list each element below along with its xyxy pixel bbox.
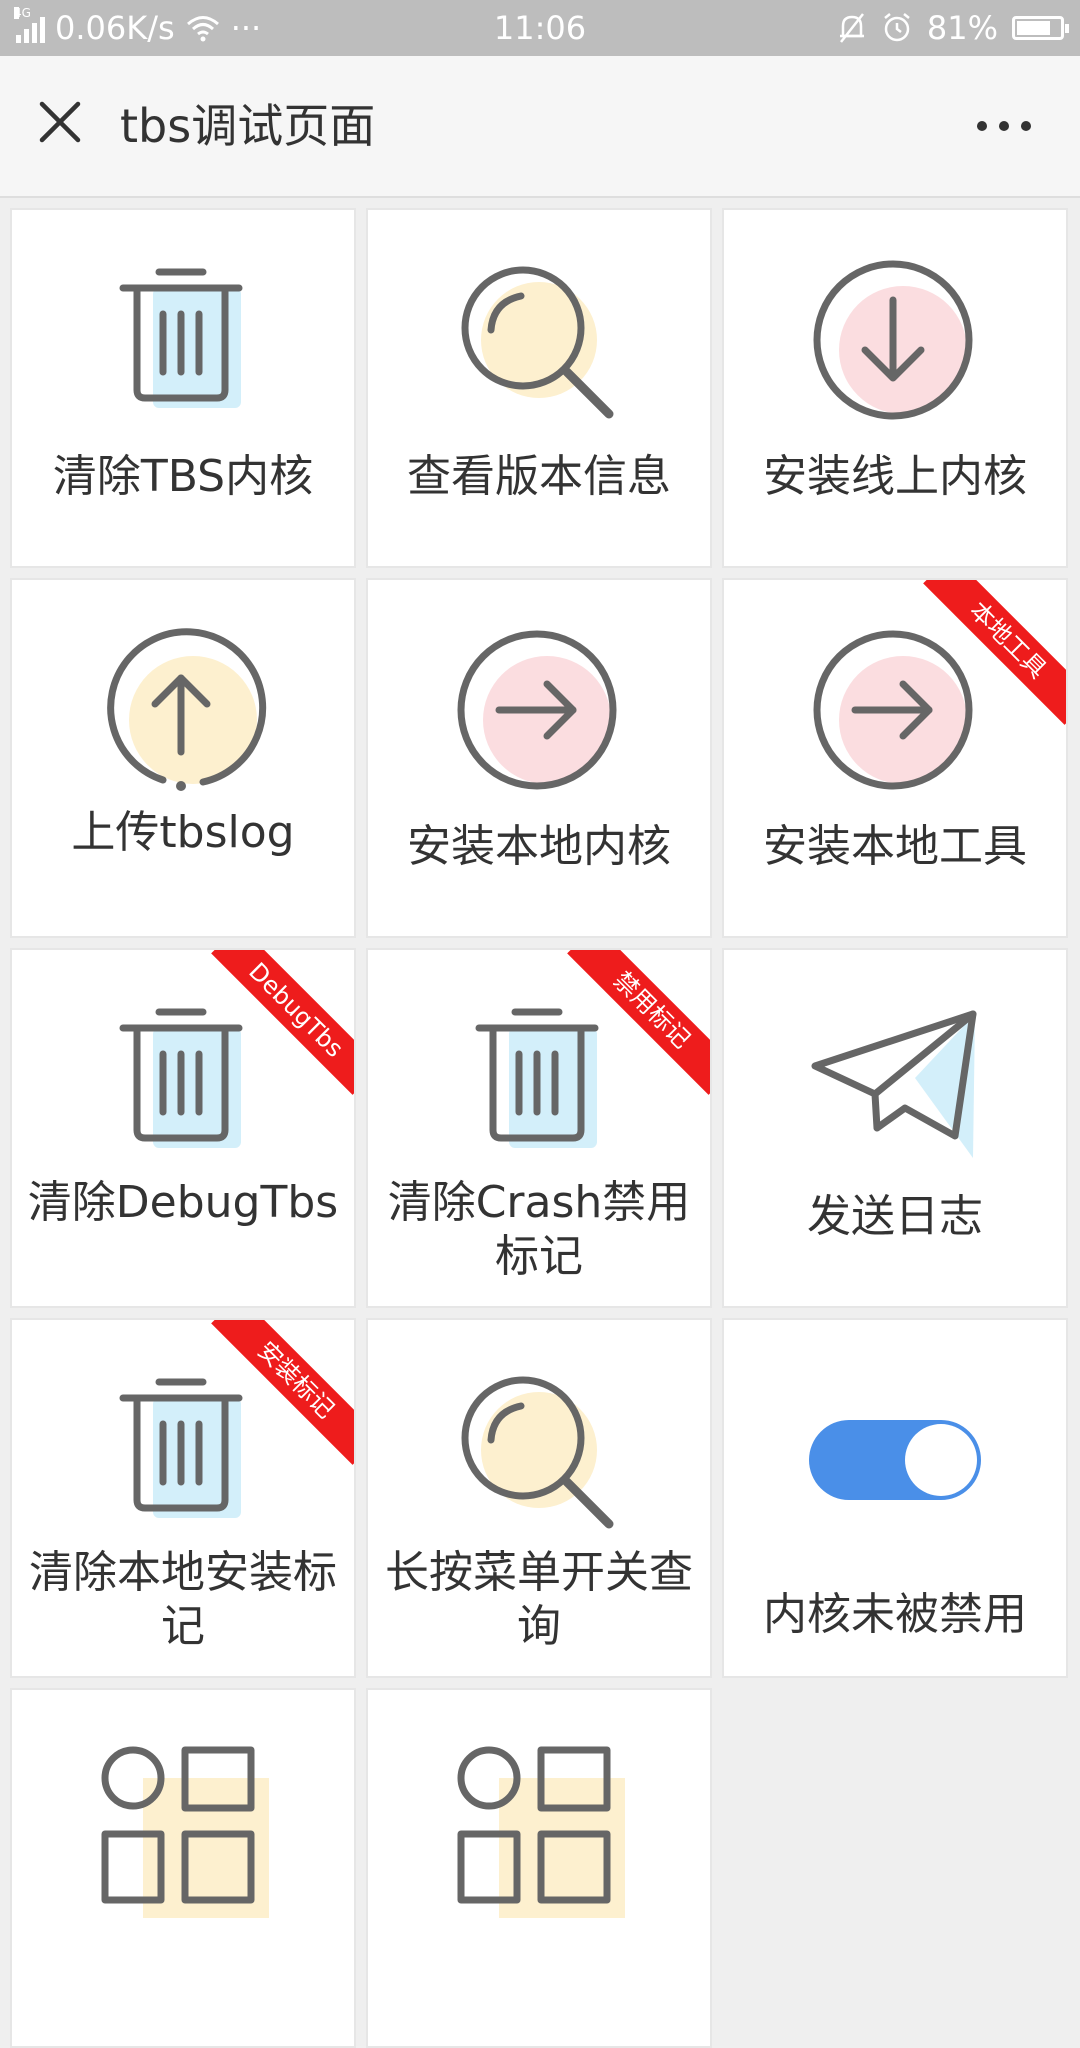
tool-tile[interactable]: 查看版本信息: [366, 208, 712, 568]
tool-label: 清除本地安装标记: [29, 1547, 337, 1652]
grid-apps-icon: [93, 1738, 273, 1918]
tool-label: 安装线上内核: [763, 451, 1027, 502]
tool-label: 上传tbslog: [71, 807, 295, 858]
page-title: tbs调试页面: [120, 99, 376, 153]
status-bar: 4G 0.06K/s ··· 11:06 81%: [0, 0, 1080, 56]
trash-icon: [449, 998, 629, 1178]
toggle-switch-icon: [805, 1368, 985, 1548]
tool-label: 清除DebugTbs: [27, 1177, 339, 1228]
arrow-right-circle-icon: [805, 628, 985, 808]
title-bar: tbs调试页面: [0, 56, 1080, 198]
close-icon: [39, 101, 81, 143]
tool-tile[interactable]: 清除DebugTbs DebugTbs: [10, 948, 356, 1308]
paper-plane-icon: [805, 998, 985, 1178]
tool-tile[interactable]: 清除本地安装标记 安装标记: [10, 1318, 356, 1678]
tool-tile[interactable]: 安装线上内核: [722, 208, 1068, 568]
tool-tile[interactable]: 内核未被禁用: [722, 1318, 1068, 1678]
download-circle-icon: [805, 258, 985, 438]
tool-tile[interactable]: 长按菜单开关查询: [366, 1318, 712, 1678]
tool-label: 安装本地工具: [763, 821, 1027, 872]
mute-bell-icon: [839, 13, 864, 43]
magnifier-icon: [449, 1368, 629, 1548]
tool-tile[interactable]: 清除TBS内核: [10, 208, 356, 568]
tool-label: 内核未被禁用: [763, 1589, 1027, 1640]
tool-label: 清除Crash禁用标记: [387, 1177, 691, 1282]
tool-tile[interactable]: [366, 1688, 712, 2048]
tool-tile[interactable]: [10, 1688, 356, 2048]
more-dots-icon: [977, 121, 1031, 131]
trash-icon: [93, 258, 273, 438]
tool-tile[interactable]: 安装本地内核: [366, 578, 712, 938]
trash-icon: [93, 998, 273, 1178]
battery-percent: 81%: [926, 9, 998, 47]
tool-tile[interactable]: 上传tbslog: [10, 578, 356, 938]
tool-label: 清除TBS内核: [52, 451, 314, 502]
tool-label: 发送日志: [807, 1191, 983, 1242]
battery-icon: [1012, 16, 1069, 40]
more-button[interactable]: [968, 96, 1040, 156]
alarm-icon: [884, 13, 910, 42]
upload-circle-icon: [93, 628, 273, 808]
tool-label: 安装本地内核: [407, 821, 671, 872]
close-button[interactable]: [24, 86, 96, 158]
tool-tile[interactable]: 清除Crash禁用标记 禁用标记: [366, 948, 712, 1308]
tool-tile[interactable]: 发送日志: [722, 948, 1068, 1308]
grid-apps-icon: [449, 1738, 629, 1918]
trash-icon: [93, 1368, 273, 1548]
magnifier-icon: [449, 258, 629, 438]
tool-grid: 清除TBS内核 查看版本信息 安装线上内核上传tbslog 安装本地内核 安装本地工具本…: [10, 208, 1070, 2048]
tool-tile[interactable]: 安装本地工具 本地工具: [722, 578, 1068, 938]
tool-label: 查看版本信息: [407, 451, 671, 502]
tool-label: 长按菜单开关查询: [385, 1547, 693, 1652]
arrow-right-circle-icon: [449, 628, 629, 808]
